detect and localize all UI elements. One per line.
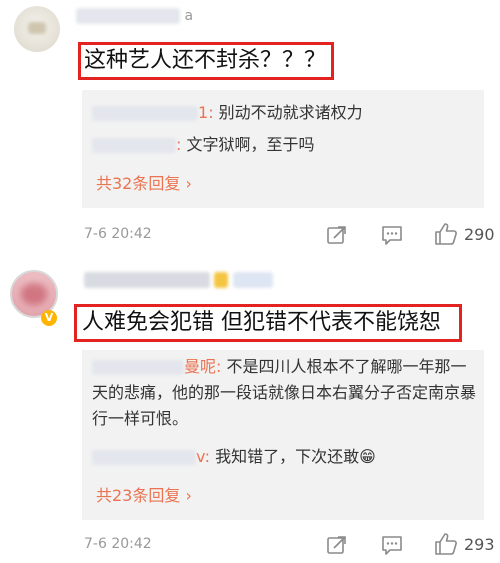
reply-box[interactable]: 1: 别动不动就求诸权力 : 文字狱啊，至于吗 共32条回复 › [82,90,484,208]
like-icon[interactable] [434,222,458,246]
member-badge-icon [214,272,229,288]
share-icon[interactable] [326,224,348,246]
username[interactable] [84,272,273,288]
reply-item[interactable]: 曼呢: 不是四川人根本不了解哪一年那一天的悲痛，他的那一段话就像日本右翼分子否定… [92,354,478,432]
comment-text: 这种艺人还不封杀？？？ [84,48,327,73]
redacted-username [76,8,180,24]
comment-text: 人难免会犯错 但犯错不代表不能饶恕 [82,310,441,335]
comment-icon[interactable] [381,534,403,556]
comment-1: a 这种艺人还不封杀？？？ 1: 别动不动就求诸权力 : 文字狱啊，至于吗 共3… [0,0,500,258]
reply-username[interactable]: 1: [92,103,214,122]
reply-username[interactable]: 曼呢: [92,357,221,376]
verified-badge-icon: V [41,310,57,326]
reply-box[interactable]: 曼呢: 不是四川人根本不了解哪一年那一天的悲痛，他的那一段话就像日本右翼分子否定… [82,350,484,520]
more-replies-link[interactable]: 共32条回复 › [96,170,192,194]
more-replies-link[interactable]: 共23条回复 › [96,482,192,506]
like-count: 290 [464,225,495,244]
user-tag [232,272,273,288]
reply-item[interactable]: v: 我知错了，下次还敢😁 [92,444,376,470]
like-count: 293 [464,535,495,554]
reply-username[interactable]: v: [92,447,210,466]
reply-item[interactable]: : 文字狱啊，至于吗 [92,132,315,158]
reply-item[interactable]: 1: 别动不动就求诸权力 [92,100,363,126]
comment-time: 7-6 20:42 [84,226,152,242]
like-icon[interactable] [434,532,458,556]
username[interactable]: a [76,8,193,24]
redacted-username [84,272,210,288]
reply-username[interactable]: : [92,135,181,154]
share-icon[interactable] [326,534,348,556]
comment-icon[interactable] [381,224,403,246]
comment-time: 7-6 20:42 [84,536,152,552]
avatar[interactable] [14,6,60,52]
